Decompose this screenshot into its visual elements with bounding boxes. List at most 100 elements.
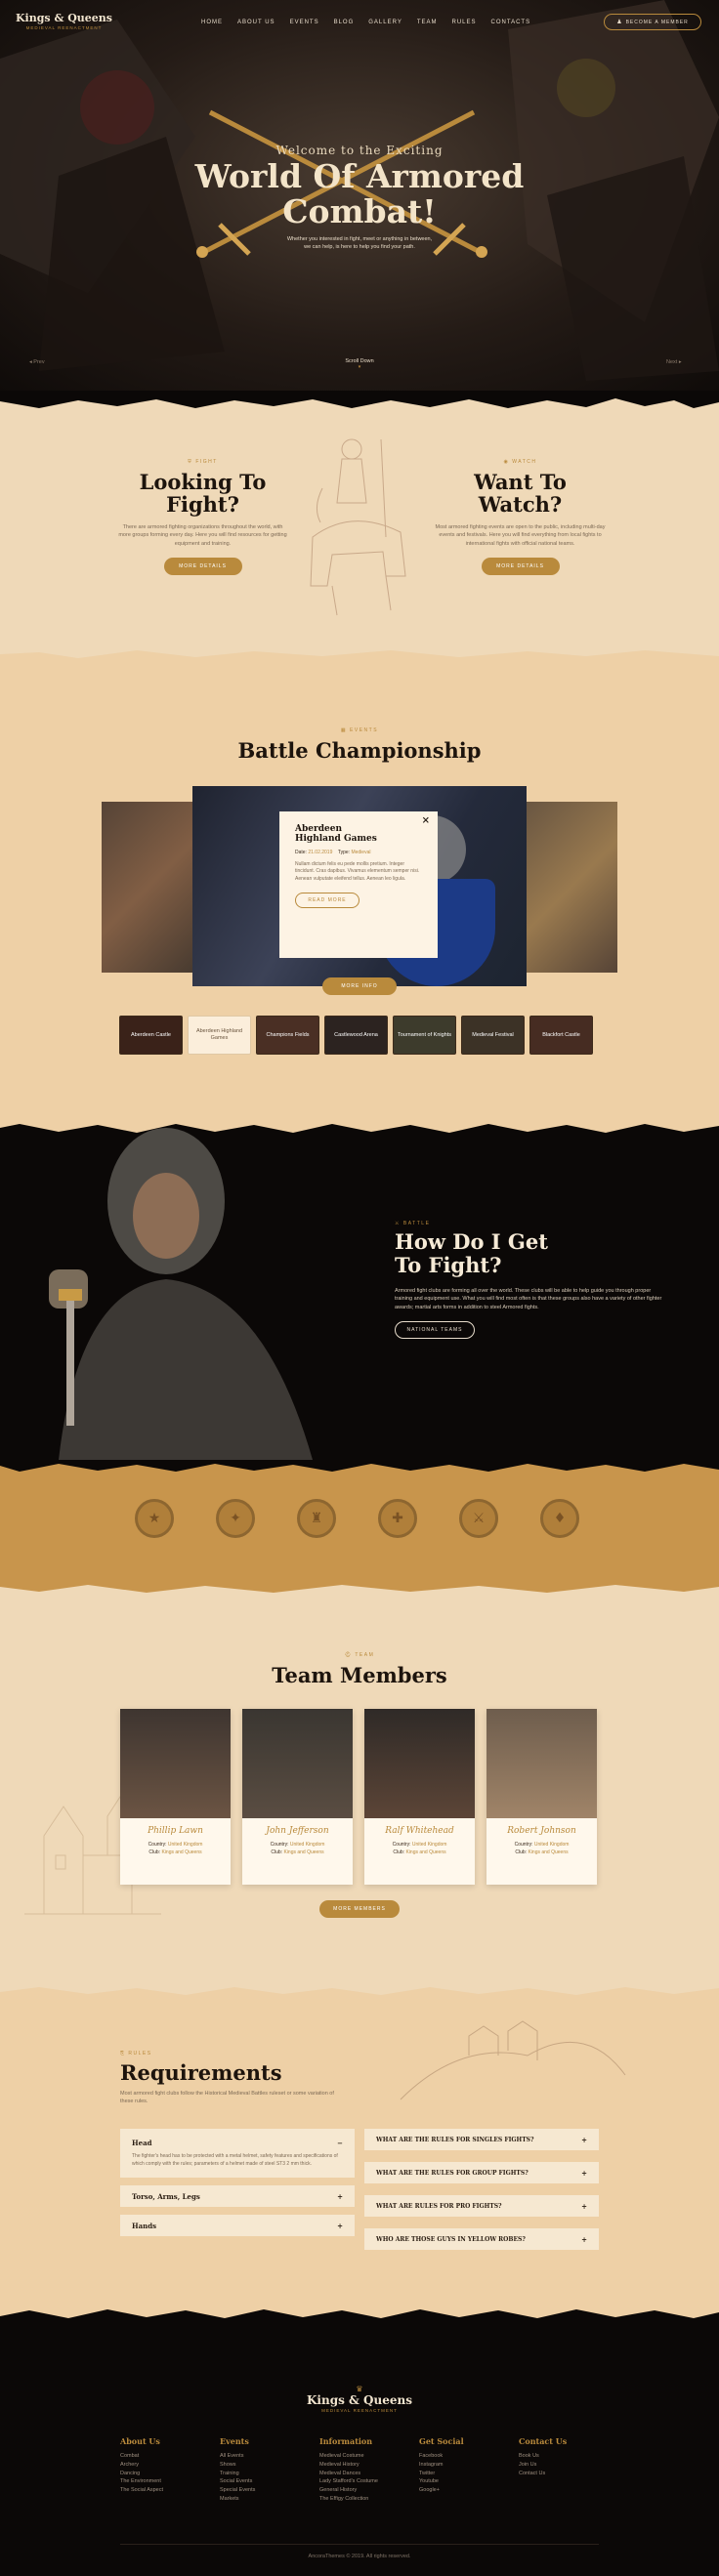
partner-badge-icon[interactable]: ♜: [297, 1499, 336, 1538]
partner-badge-icon[interactable]: ✦: [216, 1499, 255, 1538]
footer-link[interactable]: Twitter: [419, 2470, 519, 2478]
footer-link[interactable]: The Effigy Collection: [319, 2495, 419, 2504]
event-thumb[interactable]: Aberdeen Castle: [119, 1016, 183, 1055]
plus-icon: +: [581, 2168, 587, 2178]
footer-link[interactable]: Contact Us: [519, 2470, 607, 2478]
accordion-item[interactable]: Who are those guys in yellow robes? +: [364, 2228, 599, 2250]
event-read-more-button[interactable]: Read More: [295, 893, 360, 909]
nav-contacts[interactable]: Contacts: [491, 20, 531, 25]
nav-rules[interactable]: Rules: [452, 20, 477, 25]
more-members-button[interactable]: More Members: [319, 1900, 400, 1918]
nav-team[interactable]: Team: [417, 20, 438, 25]
club-label: Club:: [515, 1849, 528, 1855]
eye-icon: ◉: [503, 459, 513, 465]
hero-next-button[interactable]: Next ▸: [666, 359, 682, 365]
nav-events[interactable]: Events: [290, 20, 319, 25]
footer-links: All Events Shows Training Social Events …: [220, 2452, 319, 2504]
plus-icon: +: [581, 2234, 587, 2244]
event-slide-prev[interactable]: [102, 802, 194, 973]
nav-blog[interactable]: Blog: [334, 20, 355, 25]
partner-badge-icon[interactable]: ⚔: [459, 1499, 498, 1538]
event-date-label: Date:: [295, 849, 307, 855]
footer-link[interactable]: The Environment: [120, 2477, 220, 2486]
hero-content: Welcome to the Exciting World Of Armored…: [0, 144, 719, 252]
hero-title-line1: World Of Armored: [194, 157, 525, 195]
partner-badge-icon[interactable]: ♦: [540, 1499, 579, 1538]
battle-title-2: To Fight?: [395, 1253, 502, 1277]
footer-link[interactable]: Shows: [220, 2461, 319, 2470]
footer-links: Book Us Join Us Contact Us: [519, 2452, 607, 2477]
become-member-label: Become a Member: [625, 19, 689, 25]
nav-about-us[interactable]: About Us: [237, 20, 275, 25]
fight-eyebrow: ⛨ Fight: [117, 459, 288, 465]
partner-badge-icon[interactable]: ★: [135, 1499, 174, 1538]
footer-link[interactable]: Dancing: [120, 2470, 220, 2478]
become-member-button[interactable]: ♟ Become a Member: [604, 14, 701, 30]
rules-header: ⎘ Rules Requirements Most armored fight …: [120, 2051, 394, 2106]
footer-link[interactable]: Social Events: [220, 2477, 319, 2486]
member-photo: [242, 1709, 353, 1818]
footer-link[interactable]: Training: [220, 2470, 319, 2478]
team-cards: Phillip Lawn Country: United Kingdom Clu…: [120, 1709, 597, 1885]
footer-link[interactable]: Special Events: [220, 2486, 319, 2495]
battle-section: ⚔ Battle How Do I Get To Fight? Armored …: [0, 1118, 719, 1460]
footer-link[interactable]: Combat: [120, 2452, 220, 2461]
footer-link[interactable]: The Social Aspect: [120, 2486, 220, 2495]
watch-eyebrow: ◉ Watch: [435, 459, 606, 465]
footer-link[interactable]: Markets: [220, 2495, 319, 2504]
event-thumb[interactable]: Castlewood Arena: [324, 1016, 388, 1055]
brand-logo[interactable]: Kings & Queens Medieval Reenactment: [16, 12, 112, 30]
accordion-item[interactable]: What are the rules for group fights? +: [364, 2162, 599, 2183]
battle-title-1: How Do I Get: [395, 1229, 548, 1254]
fight-watch-section: ⛨ Fight Looking To Fight? There are armo…: [0, 391, 719, 669]
footer-link[interactable]: Youtube: [419, 2477, 519, 2486]
hero-welcome: Welcome to the Exciting: [275, 144, 444, 157]
footer-link[interactable]: Archery: [120, 2461, 220, 2470]
nav-gallery[interactable]: Gallery: [368, 20, 402, 25]
accordion-item[interactable]: What are the rules for singles fights? +: [364, 2129, 599, 2150]
footer-link[interactable]: Medieval Costume: [319, 2452, 419, 2461]
event-thumb[interactable]: Tournament of Knights: [393, 1016, 456, 1055]
accordion-item[interactable]: What are rules for pro fights? +: [364, 2195, 599, 2217]
event-slide-next[interactable]: [525, 802, 617, 973]
event-thumb[interactable]: Champions Fields: [256, 1016, 319, 1055]
accordion-item[interactable]: Torso, Arms, Legs +: [120, 2185, 355, 2207]
accordion-item-open[interactable]: Head − The fighter's head has to be prote…: [120, 2129, 355, 2178]
national-teams-button[interactable]: National Teams: [395, 1320, 475, 1339]
event-thumb[interactable]: Aberdeen Highland Games: [188, 1016, 251, 1055]
team-card[interactable]: John Jefferson Country: United Kingdom C…: [242, 1709, 353, 1885]
footer-link[interactable]: All Events: [220, 2452, 319, 2461]
torn-edges-rules: [0, 1982, 719, 2329]
watch-more-details-button[interactable]: More Details: [481, 557, 560, 575]
nav-home[interactable]: Home: [201, 20, 223, 25]
watch-title-1: Want To: [474, 470, 567, 494]
scroll-down-button[interactable]: Scroll Down ▾: [330, 358, 389, 370]
team-card[interactable]: Phillip Lawn Country: United Kingdom Clu…: [120, 1709, 231, 1885]
footer-columns: About Us Combat Archery Dancing The Envi…: [120, 2436, 607, 2504]
events-title: Battle Championship: [237, 738, 482, 763]
hero-prev-button[interactable]: ◂ Prev: [29, 359, 45, 365]
member-name: Robert Johnson: [507, 1826, 576, 1836]
footer-link[interactable]: Google+: [419, 2486, 519, 2495]
fight-block: ⛨ Fight Looking To Fight? There are armo…: [117, 459, 288, 575]
footer-logo[interactable]: ♛ Kings & Queens Medieval Reenactment: [0, 2385, 719, 2413]
footer-link[interactable]: Facebook: [419, 2452, 519, 2461]
close-icon[interactable]: ×: [422, 815, 430, 826]
footer-link[interactable]: Join Us: [519, 2461, 607, 2470]
accordion-item[interactable]: Hands +: [120, 2215, 355, 2236]
footer-link[interactable]: General History: [319, 2486, 419, 2495]
team-eyebrow: ⛑ Team: [0, 1652, 719, 1658]
team-card[interactable]: Ralf Whitehead Country: United Kingdom C…: [364, 1709, 475, 1885]
events-more-info-button[interactable]: More Info: [322, 977, 397, 995]
footer-link[interactable]: Medieval Dances: [319, 2470, 419, 2478]
fight-more-details-button[interactable]: More Details: [163, 557, 242, 575]
partner-badge-icon[interactable]: ✚: [378, 1499, 417, 1538]
footer-link[interactable]: Book Us: [519, 2452, 607, 2461]
event-thumb[interactable]: Medieval Festival: [461, 1016, 525, 1055]
event-thumb[interactable]: Blackfort Castle: [529, 1016, 593, 1055]
events-eyebrow: ▦ Events: [0, 727, 719, 733]
footer-link[interactable]: Lady Stafford's Costume: [319, 2477, 419, 2486]
footer-link[interactable]: Medieval History: [319, 2461, 419, 2470]
team-card[interactable]: Robert Johnson Country: United Kingdom C…: [486, 1709, 597, 1885]
footer-link[interactable]: Instagram: [419, 2461, 519, 2470]
